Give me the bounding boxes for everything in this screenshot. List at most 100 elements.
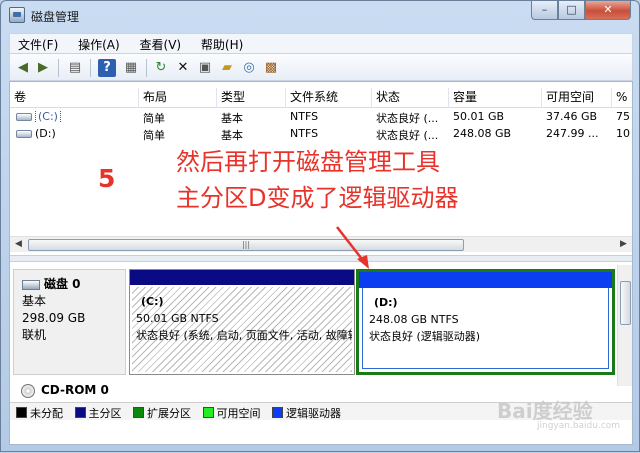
help-icon[interactable]: ? bbox=[98, 59, 116, 77]
annotation-step-number: 5 bbox=[98, 164, 116, 193]
disk-0-info[interactable]: 磁盘 0 基本 298.09 GB 联机 bbox=[13, 269, 126, 375]
disk-icon bbox=[22, 279, 40, 290]
export-icon[interactable]: ▩ bbox=[262, 59, 280, 77]
partition-size: 50.01 GB NTFS bbox=[136, 312, 219, 325]
legend-swatch bbox=[16, 407, 27, 418]
partition-d-body: (D:) 248.08 GB NTFS 状态良好 (逻辑驱动器) bbox=[362, 288, 609, 369]
col-filesystem[interactable]: 文件系统 bbox=[286, 88, 372, 108]
main-content: 卷 布局 类型 文件系统 状态 容量 可用空间 % (C:) 简单 基本 NTF… bbox=[9, 81, 633, 445]
pane-splitter[interactable] bbox=[10, 255, 632, 262]
col-status[interactable]: 状态 bbox=[372, 88, 449, 108]
partition-c[interactable]: (C:) 50.01 GB NTFS 状态良好 (系统, 启动, 页面文件, 活… bbox=[129, 269, 355, 375]
back-icon[interactable]: ◀ bbox=[14, 59, 32, 77]
capacity-cell: 248.08 GB bbox=[453, 127, 512, 140]
legend-extended: 扩展分区 bbox=[133, 405, 191, 421]
disk-0-panel: 磁盘 0 基本 298.09 GB 联机 (C:) 50.01 GB NTFS … bbox=[10, 265, 620, 378]
minimize-button[interactable]: – bbox=[531, 1, 558, 20]
partition-d[interactable]: (D:) 248.08 GB NTFS 状态良好 (逻辑驱动器) bbox=[356, 269, 615, 375]
primary-partition-bar bbox=[130, 270, 354, 285]
legend-unallocated: 未分配 bbox=[16, 405, 63, 421]
table-row[interactable]: (C:) 简单 基本 NTFS 状态良好 (... 50.01 GB 37.46… bbox=[10, 109, 632, 126]
col-type[interactable]: 类型 bbox=[217, 88, 286, 108]
cdrom-icon bbox=[21, 383, 35, 398]
find-icon[interactable]: ◎ bbox=[240, 59, 258, 77]
baidu-watermark-url: jingyan.baidu.com bbox=[537, 421, 621, 431]
disk-title: 磁盘 0 bbox=[22, 276, 125, 293]
col-capacity[interactable]: 容量 bbox=[449, 88, 542, 108]
percent-cell: 75 bbox=[616, 110, 630, 123]
volume-cell: (D:) bbox=[12, 127, 139, 140]
volume-cell: (C:) bbox=[12, 110, 139, 123]
toolbar-separator bbox=[90, 59, 91, 77]
maximize-button[interactable]: □ bbox=[558, 1, 585, 20]
annotation-line-1: 然后再打开磁盘管理工具 bbox=[176, 148, 440, 176]
cdrom-title: CD-ROM 0 bbox=[41, 383, 109, 397]
scroll-left-arrow-icon[interactable]: ◀ bbox=[10, 237, 27, 253]
disk-management-icon bbox=[9, 7, 25, 23]
toolbar-separator bbox=[58, 59, 59, 77]
title-bar[interactable]: 磁盘管理 – □ ✕ bbox=[1, 1, 639, 31]
legend-logical: 逻辑驱动器 bbox=[272, 405, 341, 421]
partition-name: (C:) bbox=[141, 295, 164, 308]
vertical-scrollbar[interactable] bbox=[617, 265, 632, 386]
close-button[interactable]: ✕ bbox=[585, 1, 631, 20]
properties2-icon[interactable]: ▣ bbox=[196, 59, 214, 77]
drive-icon bbox=[16, 130, 32, 138]
partition-size: 248.08 GB NTFS bbox=[369, 313, 459, 326]
volume-name: (C:) bbox=[35, 110, 61, 123]
horizontal-scrollbar[interactable]: ◀ ||| ▶ bbox=[10, 236, 632, 252]
partition-c-body: (C:) 50.01 GB NTFS 状态良好 (系统, 启动, 页面文件, 活… bbox=[132, 287, 352, 372]
open-icon[interactable]: ▰ bbox=[218, 59, 236, 77]
free-space-cell: 247.99 ... bbox=[546, 127, 599, 140]
drive-icon bbox=[16, 113, 32, 121]
menu-file[interactable]: 文件(F) bbox=[10, 34, 66, 53]
console-icon[interactable]: ▤ bbox=[66, 59, 84, 77]
toolbar: ◀ ▶ ▤ ? ▦ ↻ ✕ ▣ ▰ ◎ ▩ bbox=[9, 53, 633, 81]
vertical-scroll-thumb[interactable] bbox=[620, 281, 631, 325]
menu-bar: 文件(F) 操作(A) 查看(V) 帮助(H) bbox=[9, 33, 633, 53]
partition-status: 状态良好 (逻辑驱动器) bbox=[369, 330, 481, 343]
baidu-watermark: Bai度经验 bbox=[497, 399, 593, 423]
col-percent[interactable]: % bbox=[612, 88, 632, 108]
refresh-icon[interactable]: ↻ bbox=[152, 59, 170, 77]
scroll-grip-icon: ||| bbox=[241, 240, 251, 249]
logical-drive-bar bbox=[359, 272, 612, 288]
col-free-space[interactable]: 可用空间 bbox=[542, 88, 612, 108]
partition-status: 状态良好 (系统, 启动, 页面文件, 活动, 故障转储, 主分区) bbox=[136, 329, 352, 342]
free-space-cell: 37.46 GB bbox=[546, 110, 598, 123]
disk-management-window: 磁盘管理 – □ ✕ 文件(F) 操作(A) 查看(V) 帮助(H) ◀ ▶ ▤… bbox=[0, 0, 640, 452]
disk-kind: 基本 bbox=[22, 294, 47, 308]
window-title: 磁盘管理 bbox=[31, 10, 80, 24]
scroll-thumb[interactable]: ||| bbox=[28, 239, 464, 251]
legend-swatch bbox=[133, 407, 144, 418]
menu-view[interactable]: 查看(V) bbox=[132, 34, 190, 53]
menu-action[interactable]: 操作(A) bbox=[70, 34, 128, 53]
col-volume[interactable]: 卷 bbox=[10, 88, 139, 108]
toolbar-separator bbox=[146, 59, 147, 77]
table-row[interactable]: (D:) 简单 基本 NTFS 状态良好 (... 248.08 GB 247.… bbox=[10, 126, 632, 143]
properties-icon[interactable]: ▦ bbox=[122, 59, 140, 77]
type-cell: 基本 bbox=[221, 129, 243, 142]
delete-icon[interactable]: ✕ bbox=[174, 59, 192, 77]
percent-cell: 10 bbox=[616, 127, 630, 140]
filesystem-cell: NTFS bbox=[290, 110, 319, 123]
partition-name: (D:) bbox=[374, 296, 398, 309]
scroll-right-arrow-icon[interactable]: ▶ bbox=[615, 237, 632, 253]
menu-help[interactable]: 帮助(H) bbox=[193, 34, 251, 53]
annotation-line-2: 主分区D变成了逻辑驱动器 bbox=[176, 184, 459, 212]
legend-swatch bbox=[202, 407, 214, 418]
legend-swatch bbox=[272, 407, 283, 418]
type-cell: 基本 bbox=[221, 112, 243, 125]
col-layout[interactable]: 布局 bbox=[139, 88, 217, 108]
status-cell: 状态良好 (... bbox=[376, 129, 439, 142]
legend-primary: 主分区 bbox=[74, 405, 122, 421]
forward-icon[interactable]: ▶ bbox=[34, 59, 52, 77]
filesystem-cell: NTFS bbox=[290, 127, 319, 140]
volume-name: (D:) bbox=[35, 127, 56, 140]
disk-state: 联机 bbox=[22, 328, 47, 342]
volume-table-header: 卷 布局 类型 文件系统 状态 容量 可用空间 % bbox=[10, 88, 632, 108]
capacity-cell: 50.01 GB bbox=[453, 110, 505, 123]
legend-swatch bbox=[74, 407, 86, 418]
disk-size: 298.09 GB bbox=[22, 311, 86, 325]
layout-cell: 简单 bbox=[143, 129, 165, 142]
